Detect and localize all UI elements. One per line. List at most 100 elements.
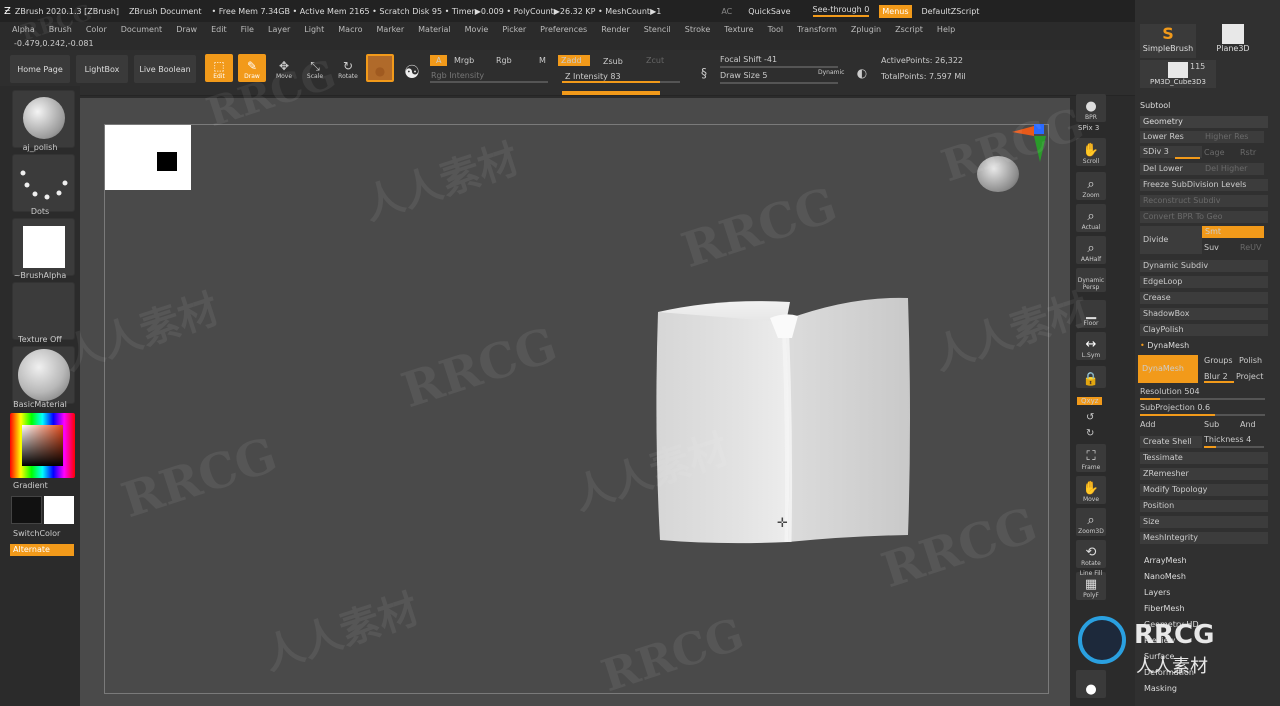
z-intensity-track[interactable] [562, 81, 680, 83]
bpr-button[interactable]: ● BPR [1076, 94, 1106, 122]
reuv-button[interactable]: ReUV [1240, 243, 1264, 252]
rgb-intensity-track[interactable] [430, 81, 548, 83]
menu-item-brush[interactable]: Brush [49, 25, 72, 34]
move-view-button[interactable]: ✋ Move [1076, 476, 1106, 504]
menu-item-render[interactable]: Render [601, 25, 629, 34]
suv-toggle[interactable]: Suv [1204, 243, 1230, 252]
tessimate-section[interactable]: Tessimate [1140, 452, 1268, 464]
dynamic-subdiv-section[interactable]: Dynamic Subdiv [1140, 260, 1268, 272]
menu-item-zplugin[interactable]: Zplugin [851, 25, 881, 34]
geometry-header[interactable]: Geometry [1140, 116, 1268, 128]
layers-header[interactable]: Layers [1144, 588, 1272, 597]
resolution-slider[interactable]: Resolution 504 [1140, 387, 1268, 396]
menu-item-stroke[interactable]: Stroke [685, 25, 711, 34]
menu-item-layer[interactable]: Layer [268, 25, 290, 34]
menus-button[interactable]: Menus [879, 4, 912, 18]
menu-item-texture[interactable]: Texture [724, 25, 753, 34]
menu-item-movie[interactable]: Movie [465, 25, 489, 34]
add-toggle[interactable]: Add [1140, 420, 1168, 429]
brush-mod-icon-button[interactable]: ◐ [850, 58, 874, 82]
menu-item-preferences[interactable]: Preferences [540, 25, 587, 34]
menu-item-help[interactable]: Help [937, 25, 955, 34]
rstr-button[interactable]: Rstr [1240, 148, 1264, 157]
zsub-toggle[interactable]: Zsub [603, 57, 623, 66]
sub-toggle[interactable]: Sub [1204, 420, 1230, 429]
focal-shift-slider[interactable]: Focal Shift -41 [720, 55, 777, 64]
menu-item-draw[interactable]: Draw [176, 25, 197, 34]
reconstruct-subdiv-button[interactable]: Reconstruct Subdiv [1140, 195, 1268, 207]
axis-gizmo-icon[interactable] [1008, 122, 1050, 164]
floor-button[interactable]: ▁ Floor [1076, 300, 1106, 328]
thickness-slider[interactable]: Thickness 4 [1204, 435, 1264, 444]
convert-bpr-button[interactable]: Convert BPR To Geo [1140, 211, 1268, 223]
live-boolean-button[interactable]: Live Boolean [134, 55, 196, 83]
create-shell-button[interactable]: Create Shell [1140, 436, 1202, 448]
zremesher-section[interactable]: ZRemesher [1140, 468, 1268, 480]
dynamesh-header[interactable]: • DynaMesh [1140, 341, 1268, 350]
focal-shift-icon-button[interactable]: § [692, 58, 716, 82]
material-selector[interactable] [12, 346, 75, 404]
menu-item-transform[interactable]: Transform [797, 25, 837, 34]
menu-item-picker[interactable]: Picker [502, 25, 526, 34]
stroke-selector[interactable] [12, 154, 75, 212]
menu-item-document[interactable]: Document [121, 25, 162, 34]
draw-mode-button[interactable]: ✎ Draw [238, 54, 266, 82]
lock-button[interactable]: 🔒 [1076, 366, 1106, 388]
edit-mode-button[interactable]: ⬚ Edit [205, 54, 233, 82]
menu-item-edit[interactable]: Edit [211, 25, 227, 34]
color-mode-button[interactable]: ☯ [398, 54, 426, 82]
dynamic-size-toggle[interactable]: Dynamic [818, 69, 844, 76]
menu-item-color[interactable]: Color [86, 25, 107, 34]
menu-item-material[interactable]: Material [418, 25, 451, 34]
secondary-color-swatch[interactable] [44, 496, 74, 524]
alternate-button[interactable]: Alternate [10, 544, 74, 556]
menu-item-file[interactable]: File [241, 25, 254, 34]
thickness-track[interactable] [1204, 446, 1264, 448]
subprojection-slider[interactable]: SubProjection 0.6 [1140, 403, 1268, 412]
zcut-toggle[interactable]: Zcut [646, 56, 664, 65]
cube-mesh[interactable] [640, 290, 920, 550]
menu-item-macro[interactable]: Macro [338, 25, 362, 34]
primary-color-swatch[interactable] [11, 496, 42, 524]
lsym-button[interactable]: ↔ L.Sym [1076, 332, 1106, 360]
rgb-intensity-slider[interactable]: Rgb Intensity [431, 71, 484, 80]
dynamesh-button[interactable]: DynaMesh [1138, 355, 1198, 383]
focal-shift-track[interactable] [720, 66, 838, 68]
crease-section[interactable]: Crease [1140, 292, 1268, 304]
color-picker-square[interactable] [22, 425, 63, 466]
texture-selector[interactable] [12, 282, 75, 340]
zoom-button[interactable]: ⌕ Zoom [1076, 172, 1106, 200]
scale-mode-button[interactable]: ⤡ Scale [301, 54, 329, 82]
rotate-view-button[interactable]: ⟲ Rotate [1076, 540, 1106, 568]
rotate-y-icon[interactable]: ↺ [1086, 412, 1094, 423]
claypolish-section[interactable]: ClayPolish [1140, 324, 1268, 336]
position-section[interactable]: Position [1140, 500, 1268, 512]
polish-toggle[interactable]: Polish [1239, 356, 1265, 365]
subprojection-track[interactable] [1140, 414, 1265, 416]
a-toggle[interactable]: A [430, 55, 448, 66]
resolution-track[interactable] [1140, 398, 1265, 400]
zoom3d-button[interactable]: ⌕ Zoom3D [1076, 508, 1106, 536]
lightbox-button[interactable]: LightBox [76, 55, 128, 83]
spix-slider[interactable]: SPix 3 [1078, 124, 1099, 132]
smt-toggle[interactable]: Smt [1202, 226, 1264, 238]
actual-button[interactable]: ⌕ Actual [1076, 204, 1106, 232]
quicksave-button[interactable]: QuickSave [748, 7, 790, 16]
project-toggle[interactable]: Project [1236, 372, 1266, 381]
menu-item-stencil[interactable]: Stencil [644, 25, 671, 34]
xyz-toggle[interactable]: Qxyz [1077, 397, 1103, 405]
size-section[interactable]: Size [1140, 516, 1268, 528]
del-higher-button[interactable]: Del Higher [1202, 163, 1264, 175]
material-swatch-button[interactable]: ● [366, 54, 394, 82]
menu-item-tool[interactable]: Tool [768, 25, 784, 34]
scroll-button[interactable]: ✋ Scroll [1076, 138, 1106, 166]
navigation-thumbnail[interactable] [105, 125, 191, 190]
home-page-button[interactable]: Home Page [10, 55, 70, 83]
mrgb-toggle[interactable]: Mrgb [454, 56, 474, 65]
color-picker[interactable] [10, 413, 75, 478]
menu-item-light[interactable]: Light [304, 25, 324, 34]
ac-label[interactable]: AC [721, 7, 732, 16]
and-toggle[interactable]: And [1240, 420, 1264, 429]
persp-button[interactable]: Dynamic Persp [1076, 268, 1106, 292]
draw-size-track[interactable] [720, 82, 838, 84]
